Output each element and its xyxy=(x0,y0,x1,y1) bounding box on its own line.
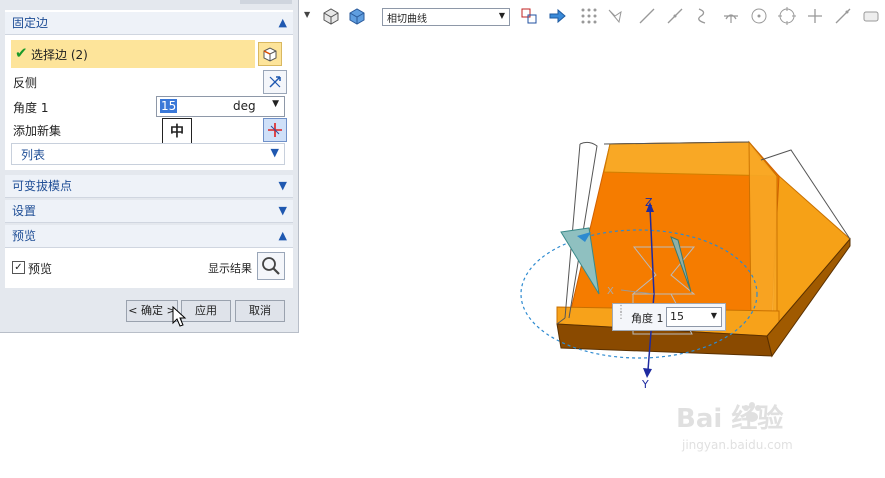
circle-center-icon xyxy=(751,8,767,24)
section-settings[interactable]: 设置 ▼ xyxy=(5,200,293,223)
toolbar-intersect-button[interactable] xyxy=(519,6,539,26)
show-result-button[interactable] xyxy=(257,252,285,280)
floating-angle-value-box[interactable]: 15 ▼ xyxy=(666,307,722,327)
circle-quadrant-icon xyxy=(778,7,796,25)
checkmark-icon: ✔ xyxy=(15,44,28,62)
select-edge-label: 选择边 (2) xyxy=(31,48,88,62)
watermark-url: jingyan.baidu.com xyxy=(682,438,793,452)
ok-button[interactable]: < 确定 > xyxy=(126,300,178,322)
list-toggle[interactable]: 列表 ▼ xyxy=(11,143,285,165)
apply-button[interactable]: 应用 xyxy=(181,300,231,322)
curve-rule-select[interactable]: 相切曲线 ▼ xyxy=(382,8,510,26)
chevron-down-icon[interactable]: ▼ xyxy=(304,10,310,19)
chevron-down-icon[interactable]: ▼ xyxy=(711,311,717,320)
floating-angle-value: 15 xyxy=(670,310,684,323)
chevron-down-icon[interactable]: ▼ xyxy=(279,175,287,197)
edge-select-button[interactable] xyxy=(258,42,282,66)
toolbar-face-button[interactable] xyxy=(861,6,881,26)
toolbar-line-button[interactable] xyxy=(637,6,657,26)
toolbar-circle-quadrant-button[interactable] xyxy=(777,6,797,26)
toolbar-line-point-button[interactable] xyxy=(665,6,685,26)
chevron-down-icon[interactable]: ▼ xyxy=(499,11,505,20)
toolbar-snap-button[interactable] xyxy=(605,6,625,26)
slash-line-icon xyxy=(835,8,851,24)
show-result-label: 显示结果 xyxy=(208,262,252,275)
toolbar-slash-button[interactable] xyxy=(833,6,853,26)
toolbar-curve-button[interactable] xyxy=(693,6,713,26)
angle-input[interactable]: 15 deg ▼ xyxy=(156,96,285,117)
chevron-down-icon[interactable]: ▼ xyxy=(271,146,279,159)
chevron-down-icon[interactable]: ▼ xyxy=(272,99,279,109)
cube-shaded-icon xyxy=(349,8,365,25)
face-select-icon xyxy=(863,11,879,22)
toolbar-circle-center-button[interactable] xyxy=(749,6,769,26)
paw-icon xyxy=(743,402,761,422)
watermark-brand: Bai 经验 xyxy=(676,404,784,434)
y-axis-label: Y xyxy=(641,378,649,391)
section-fixed-edge[interactable]: 固定边 ▲ xyxy=(5,12,293,35)
chevron-up-icon[interactable]: ▲ xyxy=(279,225,287,247)
curve-rule-value: 相切曲线 xyxy=(387,14,427,25)
line-point-icon xyxy=(667,8,683,24)
add-set-button[interactable] xyxy=(263,118,287,142)
x-axis-label: X xyxy=(607,286,614,297)
z-axis-label: Z xyxy=(645,196,653,209)
add-set-icon xyxy=(268,123,282,137)
preview-checkbox-label: 预览 xyxy=(28,262,53,276)
add-set-label: 添加新集 xyxy=(13,124,62,138)
cancel-button[interactable]: 取消 xyxy=(235,300,285,322)
reverse-label: 反侧 xyxy=(13,76,38,90)
toolbar-view-button[interactable] xyxy=(321,6,341,26)
collapsed-header-strip xyxy=(240,0,292,4)
toolbar-arrow-button[interactable] xyxy=(547,6,567,26)
chevron-up-icon[interactable]: ▲ xyxy=(279,12,287,34)
section-settings-title: 设置 xyxy=(12,204,37,218)
preview-checkbox[interactable]: ✓ xyxy=(12,261,25,274)
list-label: 列表 xyxy=(21,148,46,162)
drag-grip-icon[interactable]: ⋮ ⋮ xyxy=(616,305,626,321)
toolbar-points-button[interactable] xyxy=(579,6,599,26)
select-edge-row[interactable]: ✔ 选择边 (2) xyxy=(11,40,255,68)
snap-icon xyxy=(608,9,622,24)
tangent-icon xyxy=(724,14,738,23)
y-axis-arrow xyxy=(643,368,652,378)
cross-icon xyxy=(808,9,822,23)
reverse-direction-icon xyxy=(269,76,281,88)
toolbar-tangent-button[interactable] xyxy=(721,6,741,26)
section-preview-title: 预览 xyxy=(12,229,37,243)
cube-view-icon xyxy=(323,8,339,25)
reverse-direction-button[interactable] xyxy=(263,70,287,94)
curve-icon xyxy=(698,8,706,24)
toolbar-cross-button[interactable] xyxy=(805,6,825,26)
floating-angle-label: 角度 1 xyxy=(631,312,664,325)
toolbar-shaded-button[interactable] xyxy=(347,6,367,26)
chevron-down-icon[interactable]: ▼ xyxy=(279,200,287,222)
section-preview[interactable]: 预览 ▲ xyxy=(5,225,293,248)
section-variable-title: 可变拔模点 xyxy=(12,179,73,193)
line-icon xyxy=(639,8,655,24)
mouse-cursor-icon xyxy=(172,306,187,327)
arrow-right-icon xyxy=(549,8,566,24)
section-fixed-edge-title: 固定边 xyxy=(12,16,49,30)
magnifier-icon xyxy=(262,257,280,275)
angle-label: 角度 1 xyxy=(13,101,49,115)
ime-indicator: 中 xyxy=(162,118,192,146)
angle-value: 15 xyxy=(160,99,178,113)
intersect-icon xyxy=(521,8,537,24)
draft-dialog: 固定边 ▲ ✔ 选择边 (2) 反侧 角度 1 15 deg ▼ 添加新集 中 … xyxy=(0,0,299,333)
top-toolbar: ▼ 相切曲线 ▼ xyxy=(299,0,885,32)
points-grid-icon xyxy=(581,8,597,24)
floating-angle-input[interactable]: ⋮ ⋮ 角度 1 15 ▼ xyxy=(612,303,726,331)
angle-unit: deg xyxy=(233,99,256,113)
section-variable-draft[interactable]: 可变拔模点 ▼ xyxy=(5,175,293,198)
cube-edge-icon xyxy=(263,47,277,62)
watermark: Bai 经验 jingyan.baidu.com xyxy=(676,398,866,458)
